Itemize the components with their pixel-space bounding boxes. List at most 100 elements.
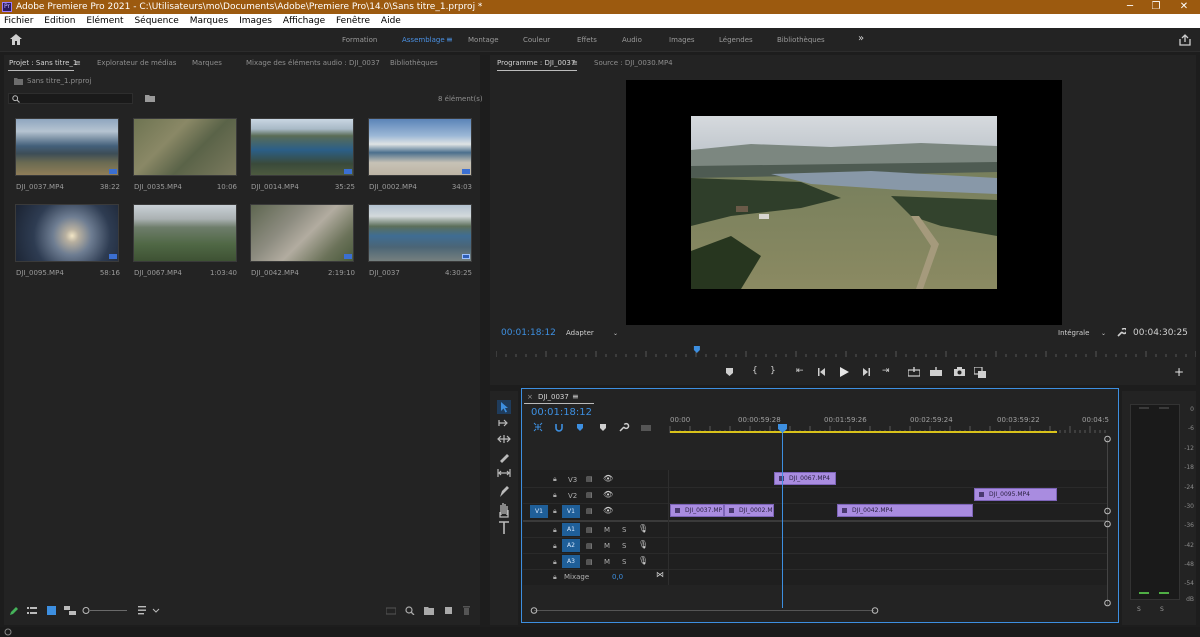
workspace-audio[interactable]: Audio — [622, 36, 642, 44]
clip-thumbnail[interactable] — [133, 118, 237, 176]
sync-lock-icon[interactable]: ▤ — [586, 475, 593, 483]
clip-thumbnail[interactable] — [15, 118, 119, 176]
add-button-icon[interactable]: + — [1174, 365, 1184, 379]
linked-selection-toggle[interactable] — [575, 422, 587, 433]
mute-button[interactable]: M — [604, 526, 610, 534]
zoom-slider[interactable] — [82, 606, 127, 615]
menu-affichage[interactable]: Affichage — [283, 16, 325, 26]
share-icon[interactable] — [1179, 34, 1191, 46]
solo-left-button[interactable]: S — [1137, 606, 1141, 613]
lock-icon[interactable]: 🔒︎ — [553, 507, 557, 516]
workspace-effets[interactable]: Effets — [577, 36, 597, 44]
microphone-icon[interactable]: 🎙︎ — [638, 556, 648, 565]
menu-edition[interactable]: Edition — [44, 16, 75, 26]
list-view-icon[interactable] — [27, 607, 37, 615]
workspace-montage[interactable]: Montage — [468, 36, 499, 44]
sync-lock-icon[interactable]: ▤ — [586, 491, 593, 499]
menu-marques[interactable]: Marques — [190, 16, 228, 26]
sync-lock-icon[interactable]: ▤ — [586, 526, 593, 534]
timeline-vertical-scrollbar[interactable] — [1103, 434, 1112, 610]
track-target-v1[interactable]: V1 — [562, 505, 580, 518]
lock-icon[interactable]: 🔒︎ — [553, 526, 557, 535]
lock-icon[interactable]: 🔒︎ — [553, 542, 557, 551]
pencil-icon[interactable] — [9, 606, 19, 616]
microphone-icon[interactable]: 🎙︎ — [638, 524, 648, 533]
tab-source[interactable]: Source : DJI_0030.MP4 — [594, 55, 673, 71]
lock-icon[interactable]: 🔒︎ — [553, 558, 557, 567]
project-search-input[interactable] — [8, 93, 133, 104]
menu-images[interactable]: Images — [239, 16, 272, 26]
work-area-bar[interactable] — [670, 431, 1057, 433]
workspace-formation[interactable]: Formation — [342, 36, 377, 44]
step-forward-icon[interactable] — [862, 368, 870, 376]
step-back-icon[interactable] — [818, 368, 826, 376]
tab-audio-clip-mixer[interactable]: Mixage des éléments audio : DJI_0037 — [246, 55, 380, 71]
tab-program[interactable]: Programme : DJI_0037 — [497, 55, 575, 71]
track-target-a3[interactable]: A3 — [562, 555, 580, 568]
clip-thumbnail[interactable] — [250, 118, 354, 176]
tab-project-menu-icon[interactable]: ≡ — [75, 55, 81, 71]
minimize-button[interactable]: ─ — [1118, 0, 1142, 14]
snap-toggle[interactable] — [553, 422, 565, 433]
mark-out-icon[interactable]: } — [770, 366, 776, 376]
sync-lock-icon[interactable]: ▤ — [586, 507, 593, 515]
mute-button[interactable]: M — [604, 558, 610, 566]
timeline-clip[interactable]: DJI_0095.MP4 — [974, 488, 1057, 501]
workspace-images[interactable]: Images — [669, 36, 695, 44]
close-window-button[interactable]: ✕ — [1172, 0, 1196, 14]
lock-icon[interactable]: 🔒︎ — [553, 573, 557, 582]
fit-dropdown[interactable]: Adapter ⌄ — [566, 328, 620, 339]
add-marker-icon[interactable] — [726, 368, 733, 376]
eye-icon[interactable]: 👁︎ — [603, 506, 613, 515]
sync-lock-icon[interactable]: ▤ — [586, 542, 593, 550]
workspace-couleur[interactable]: Couleur — [523, 36, 550, 44]
solo-right-button[interactable]: S — [1160, 606, 1164, 613]
track-target-a2[interactable]: A2 — [562, 539, 580, 552]
menu-fichier[interactable]: Fichier — [4, 16, 33, 26]
more-workspaces-icon[interactable]: » — [858, 33, 864, 44]
tab-program-menu-icon[interactable]: ≡ — [572, 55, 578, 71]
clip-thumbnail[interactable] — [133, 204, 237, 262]
overwrite-icon[interactable] — [930, 367, 942, 377]
home-icon[interactable] — [10, 34, 22, 45]
menu-sequence[interactable]: Séquence — [134, 16, 178, 26]
comparison-view-icon[interactable] — [974, 367, 986, 378]
lock-icon[interactable]: 🔒︎ — [553, 491, 557, 500]
workspace-menu-icon[interactable]: ≡ — [446, 35, 453, 44]
sync-lock-icon[interactable]: ▤ — [586, 558, 593, 566]
mix-volume-value[interactable]: 0,0 — [612, 573, 623, 581]
selection-tool[interactable] — [497, 400, 511, 414]
mix-expand-icon[interactable]: ⋈ — [656, 570, 664, 579]
workspace-bibliotheques[interactable]: Bibliothèques — [777, 36, 825, 44]
find-icon[interactable] — [405, 606, 415, 615]
timeline-horizontal-scrollbar[interactable] — [530, 606, 880, 615]
clear-icon[interactable] — [462, 606, 471, 615]
sort-icons-icon[interactable] — [138, 606, 160, 615]
timeline-clip[interactable]: DJI_0042.MP4 — [837, 504, 973, 517]
new-bin-icon[interactable] — [424, 607, 434, 615]
eye-icon[interactable]: 👁︎ — [603, 474, 613, 483]
video-audio-divider[interactable] — [523, 520, 1107, 522]
program-playhead-timecode[interactable]: 00:01:18:12 — [501, 328, 556, 338]
insert-icon[interactable] — [908, 367, 920, 377]
microphone-icon[interactable]: 🎙︎ — [638, 540, 648, 549]
timeline-clip[interactable]: DJI_0067.MP4 — [774, 472, 836, 485]
solo-button[interactable]: S — [622, 526, 626, 534]
tab-markers[interactable]: Marques — [192, 55, 222, 71]
menu-element[interactable]: Elément — [86, 16, 123, 26]
mark-in-icon[interactable]: { — [752, 366, 758, 376]
playback-resolution-dropdown[interactable]: Intégrale ⌄ — [1058, 328, 1108, 339]
export-frame-icon[interactable] — [954, 367, 965, 376]
tab-libraries[interactable]: Bibliothèques — [390, 55, 438, 71]
solo-button[interactable]: S — [622, 542, 626, 550]
sequence-tab[interactable]: DJI_0037 — [538, 393, 569, 401]
clip-thumbnail[interactable] — [368, 204, 472, 262]
solo-button[interactable]: S — [622, 558, 626, 566]
new-search-bin-icon[interactable] — [145, 94, 155, 102]
wrench-icon[interactable] — [1117, 328, 1126, 337]
new-item-icon[interactable] — [444, 606, 453, 615]
clip-thumbnail[interactable] — [368, 118, 472, 176]
icon-view-icon[interactable] — [47, 606, 56, 615]
go-to-in-icon[interactable]: ⇤ — [796, 366, 804, 376]
mute-button[interactable]: M — [604, 542, 610, 550]
